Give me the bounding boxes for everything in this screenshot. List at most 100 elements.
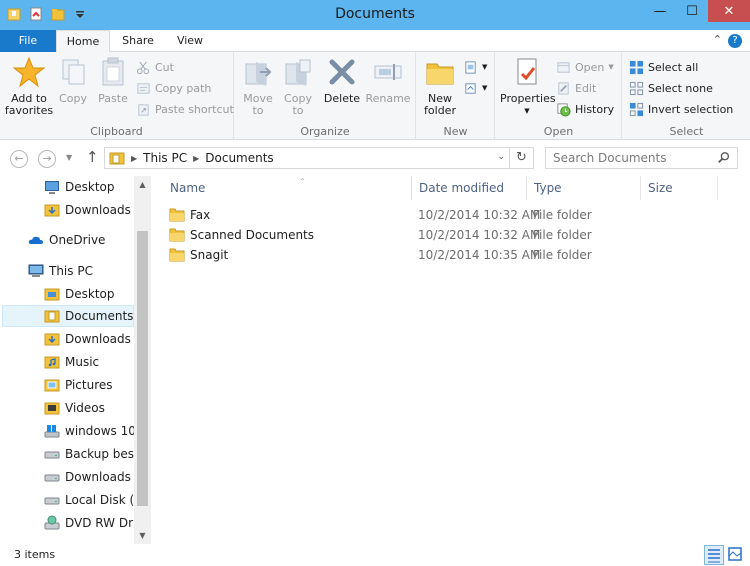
nav-item-pictures[interactable]: Pictures <box>44 374 113 396</box>
chevron-down-icon: ▼ <box>524 107 530 115</box>
copy-to-button[interactable]: Copy to <box>281 56 315 117</box>
organize-group: Move to Copy to Delete Rename Organize <box>235 52 416 140</box>
large-icons-view-button[interactable] <box>726 545 746 565</box>
copy-button[interactable]: Copy <box>56 56 90 105</box>
column-header-type[interactable]: Type <box>527 176 641 200</box>
file-row[interactable]: Scanned Documents 10/2/2014 10:32 AM Fil… <box>169 225 689 245</box>
paste-shortcut-button[interactable]: Paste shortcut <box>136 100 234 118</box>
new-group-label: New <box>443 125 468 138</box>
tab-share[interactable]: Share <box>112 30 164 52</box>
new-folder-button[interactable]: New folder <box>423 56 457 117</box>
recent-locations-dropdown-icon[interactable]: ▼ <box>66 153 72 162</box>
details-view-button[interactable] <box>704 545 724 565</box>
add-to-favorites-button[interactable]: Add to favorites <box>4 56 54 117</box>
edit-icon <box>558 81 569 95</box>
downloads-folder-icon <box>44 204 60 217</box>
properties-button[interactable]: Properties ▼ <box>500 56 556 117</box>
select-all-button[interactable]: Select all <box>629 58 698 76</box>
minimize-icon: — <box>653 3 667 19</box>
file-type: File folder <box>533 248 592 262</box>
scroll-up-icon[interactable]: ▲ <box>134 176 151 193</box>
details-view-icon <box>708 549 720 563</box>
scissors-icon <box>136 61 150 74</box>
invert-selection-button[interactable]: Invert selection <box>629 100 733 118</box>
minimize-button[interactable]: — <box>644 0 676 22</box>
cut-button[interactable]: Cut <box>136 58 174 76</box>
nav-item-documents[interactable]: Documents <box>44 305 133 327</box>
nav-item-downloads[interactable]: Downloads <box>44 328 131 350</box>
folder-icon <box>169 248 185 262</box>
large-icons-view-icon <box>728 547 742 561</box>
drive-icon <box>44 451 60 459</box>
star-icon <box>12 56 46 88</box>
tab-view[interactable]: View <box>166 30 214 52</box>
refresh-button[interactable]: ↻ <box>510 147 534 169</box>
navigation-pane: Desktop Downloads OneDrive This PC Deskt… <box>0 176 151 544</box>
address-row: ← → ▼ ↑ ▶ This PC ▶ Documents ⌄ ↻ Search… <box>0 140 750 176</box>
ribbon-tab-bar: File Home Share View ⌃ ? <box>0 30 750 53</box>
easy-access-button[interactable]: ▼ <box>463 79 487 97</box>
nav-item-desktop-favorite[interactable]: Desktop <box>44 176 115 198</box>
search-input[interactable]: Search Documents <box>545 147 738 169</box>
music-folder-icon <box>44 356 60 369</box>
history-button[interactable]: History <box>556 100 614 118</box>
nav-item-music[interactable]: Music <box>44 351 99 373</box>
open-group: Properties ▼ Open ▼ Edit History Open <box>496 52 622 140</box>
address-dropdown-icon[interactable]: ⌄ <box>497 152 505 162</box>
new-item-button[interactable]: ▼ <box>463 58 487 76</box>
file-row[interactable]: Fax 10/2/2014 10:32 AM File folder <box>169 205 689 225</box>
search-icon <box>718 152 730 163</box>
paste-button[interactable]: Paste <box>96 56 130 105</box>
file-list: ⌃ Name Date modified Type Size Fax 10/2/… <box>151 176 750 544</box>
column-header-date-modified[interactable]: Date modified <box>412 176 527 200</box>
breadcrumb-separator-icon[interactable]: ▶ <box>131 154 137 163</box>
forward-arrow-icon: → <box>42 152 52 165</box>
select-all-icon <box>629 60 644 74</box>
select-none-button[interactable]: Select none <box>629 79 713 97</box>
tab-file[interactable]: File <box>0 30 56 52</box>
nav-item-downloads-favorite[interactable]: Downloads <box>44 199 131 221</box>
address-bar[interactable]: ▶ This PC ▶ Documents ⌄ <box>104 147 510 169</box>
breadcrumb-separator-icon[interactable]: ▶ <box>193 154 199 163</box>
nav-item-this-pc[interactable]: This PC <box>28 260 93 282</box>
forward-button[interactable]: → <box>38 150 56 168</box>
system-drive-icon <box>44 425 60 438</box>
close-button[interactable]: ✕ <box>708 0 750 22</box>
status-bar: 3 items <box>0 544 750 566</box>
delete-button[interactable]: Delete <box>323 56 361 105</box>
nav-item-onedrive[interactable]: OneDrive <box>28 229 105 251</box>
file-row[interactable]: Snagit 10/2/2014 10:35 AM File folder <box>169 245 689 265</box>
back-arrow-icon: ← <box>14 152 24 165</box>
scroll-down-icon[interactable]: ▼ <box>134 527 151 544</box>
nav-item-videos[interactable]: Videos <box>44 397 105 419</box>
rename-button[interactable]: Rename <box>365 56 411 105</box>
nav-item-desktop[interactable]: Desktop <box>44 283 115 305</box>
help-icon[interactable]: ? <box>728 34 742 48</box>
scrollbar-thumb[interactable] <box>137 231 148 506</box>
tab-home[interactable]: Home <box>56 30 110 53</box>
history-icon <box>557 102 571 117</box>
file-type: File folder <box>533 228 592 242</box>
refresh-icon: ↻ <box>516 150 527 165</box>
file-name: Snagit <box>190 248 229 262</box>
edit-button[interactable]: Edit <box>556 79 596 97</box>
maximize-icon: ☐ <box>686 3 698 19</box>
new-group: New folder ▼ ▼ New <box>417 52 495 140</box>
move-to-button[interactable]: Move to <box>241 56 275 117</box>
file-name: Scanned Documents <box>190 228 315 242</box>
copy-path-icon <box>137 82 150 94</box>
copy-path-button[interactable]: Copy path <box>136 79 211 97</box>
column-header-name[interactable]: ⌃ Name <box>163 176 412 200</box>
breadcrumb-this-pc[interactable]: This PC <box>143 151 187 165</box>
minimize-ribbon-icon[interactable]: ⌃ <box>713 33 722 46</box>
up-arrow-icon[interactable]: ↑ <box>86 148 99 166</box>
open-button[interactable]: Open ▼ <box>556 58 614 76</box>
column-header-size[interactable]: Size <box>641 176 718 200</box>
chevron-down-icon: ▼ <box>608 63 614 71</box>
maximize-button[interactable]: ☐ <box>676 0 708 22</box>
breadcrumb-documents[interactable]: Documents <box>205 151 273 165</box>
back-button[interactable]: ← <box>10 150 28 168</box>
nav-scrollbar[interactable]: ▲ ▼ <box>134 176 151 544</box>
desktop-icon <box>45 181 59 194</box>
copy-to-icon <box>285 59 311 86</box>
